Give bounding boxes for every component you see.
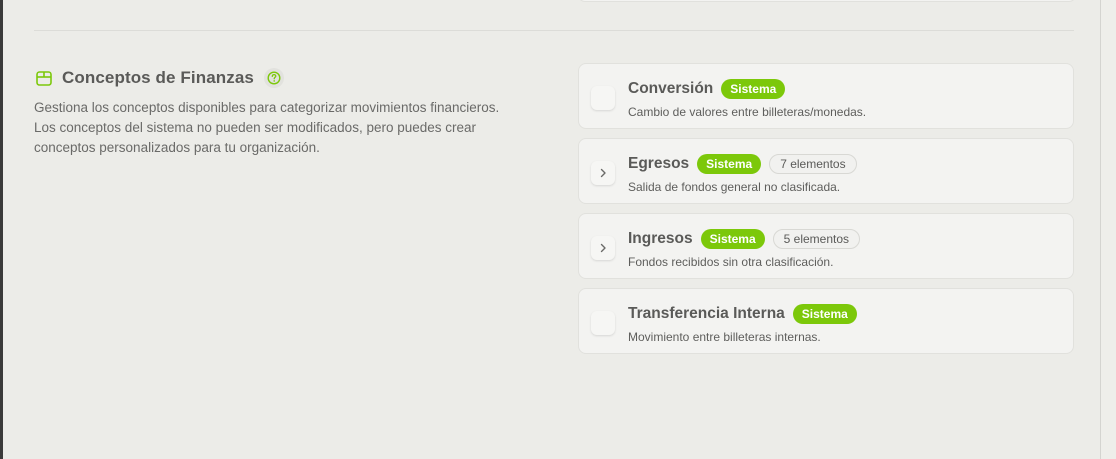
system-badge: Sistema xyxy=(721,79,786,99)
concept-description: Salida de fondos general no clasificada. xyxy=(628,180,841,194)
concept-header: Egresos Sistema 7 elementos xyxy=(628,153,857,175)
chevron-right-icon xyxy=(600,243,606,253)
concept-card: Ingresos Sistema 5 elementos Fondos reci… xyxy=(578,213,1074,279)
concept-description: Fondos recibidos sin otra clasificación. xyxy=(628,255,834,269)
concept-description: Movimiento entre billeteras internas. xyxy=(628,330,821,344)
concept-header: Transferencia Interna Sistema xyxy=(628,303,865,325)
package-icon xyxy=(34,68,54,88)
system-badge: Sistema xyxy=(700,229,765,249)
section-header: Conceptos de Finanzas xyxy=(34,66,534,90)
concept-header: Ingresos Sistema 5 elementos xyxy=(628,228,861,250)
scrollbar-track[interactable] xyxy=(1100,0,1116,459)
section-title: Conceptos de Finanzas xyxy=(62,68,254,87)
help-circle-icon[interactable] xyxy=(263,68,284,88)
count-badge: 5 elementos xyxy=(772,229,861,249)
chevron-right-icon xyxy=(600,168,606,178)
system-badge: Sistema xyxy=(792,304,857,324)
section-description: Gestiona los conceptos disponibles para … xyxy=(34,100,500,155)
settings-panel: Conceptos de Finanzas Gestiona los conce… xyxy=(3,0,1100,459)
concept-card: Transferencia Interna Sistema Movimiento… xyxy=(578,288,1074,354)
concept-header: Conversión Sistema xyxy=(628,78,793,100)
concept-name: Ingresos xyxy=(628,230,693,247)
section-divider xyxy=(34,30,1074,31)
concept-card: Egresos Sistema 7 elementos Salida de fo… xyxy=(578,138,1074,204)
drag-handle[interactable] xyxy=(591,311,615,335)
section-info: Conceptos de Finanzas Gestiona los conce… xyxy=(34,66,534,158)
count-badge: 7 elementos xyxy=(769,154,857,174)
previous-card-edge xyxy=(578,0,1076,2)
concept-name: Conversión xyxy=(628,80,714,97)
concept-name: Egresos xyxy=(628,155,690,172)
concept-description: Cambio de valores entre billeteras/moned… xyxy=(628,105,867,119)
concept-card: Conversión Sistema Cambio de valores ent… xyxy=(578,63,1074,129)
drag-handle[interactable] xyxy=(591,86,615,110)
system-badge: Sistema xyxy=(697,154,762,174)
expand-button[interactable] xyxy=(591,161,615,185)
expand-button[interactable] xyxy=(591,236,615,260)
concept-list: Conversión Sistema Cambio de valores ent… xyxy=(578,63,1074,363)
concept-name: Transferencia Interna xyxy=(628,305,785,322)
